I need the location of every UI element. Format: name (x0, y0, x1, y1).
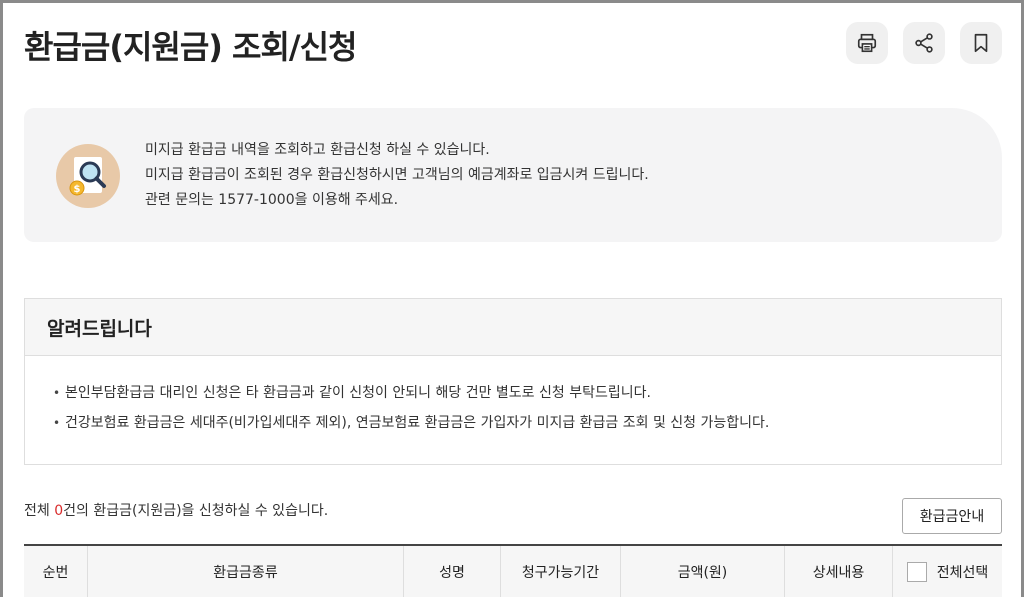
print-button[interactable] (846, 22, 888, 64)
info-text: 미지급 환급금 내역을 조회하고 환급신청 하실 수 있습니다. 미지급 환급금… (145, 138, 649, 213)
select-all-cell[interactable]: 전체선택 (893, 546, 1002, 597)
column-header-amount: 금액(원) (621, 546, 785, 597)
share-icon (915, 33, 933, 53)
share-button[interactable] (903, 22, 945, 64)
notice-list: 본인부담환급금 대리인 신청은 타 환급금과 같이 신청이 안되니 해당 건만 … (25, 356, 1001, 438)
info-line: 미지급 환급금이 조회된 경우 환급신청하시면 고객님의 예금계좌로 입금시켜 … (145, 167, 649, 183)
info-line: 관련 문의는 1577-1000을 이용해 주세요. (145, 192, 399, 208)
column-header-details: 상세내용 (785, 546, 893, 597)
column-header-name: 성명 (404, 546, 501, 597)
select-all-checkbox[interactable] (906, 561, 927, 582)
notice-item: 본인부담환급금 대리인 신청은 타 환급금과 같이 신청이 안되니 해당 건만 … (53, 378, 1001, 408)
refund-table-header: 순번 환급금종류 성명 청구가능기간 금액(원) 상세내용 전체선택 (24, 544, 1002, 597)
summary-count: 0 (54, 503, 64, 519)
refund-guide-button[interactable]: 환급금안내 (902, 498, 1002, 534)
notice-item: 건강보험료 환급금은 세대주(비가입세대주 제외), 연금보험료 환급금은 가입… (53, 408, 1001, 438)
column-header-refund-type: 환급금종류 (88, 546, 404, 597)
column-header-select-all: 전체선택 (936, 564, 989, 581)
info-line: 미지급 환급금 내역을 조회하고 환급신청 하실 수 있습니다. (145, 142, 490, 158)
bookmark-icon (974, 33, 988, 53)
printer-icon (857, 33, 877, 53)
info-box: $ 미지급 환급금 내역을 조회하고 환급신청 하실 수 있습니다. 미지급 환… (24, 108, 1002, 242)
column-header-number: 순번 (24, 546, 88, 597)
page-title: 환급금(지원금) 조회/신청 (24, 28, 357, 66)
summary-suffix: 건의 환급금(지원금)을 신청하실 수 있습니다. (63, 503, 329, 519)
summary-prefix: 전체 (24, 503, 55, 519)
summary-text: 전체 0건의 환급금(지원금)을 신청하실 수 있습니다. (24, 500, 328, 520)
bookmark-button[interactable] (960, 22, 1002, 64)
svg-text:$: $ (74, 184, 81, 195)
notice-panel: 알려드립니다 본인부담환급금 대리인 신청은 타 환급금과 같이 신청이 안되니… (24, 298, 1002, 465)
column-header-claim-period: 청구가능기간 (501, 546, 621, 597)
notice-title: 알려드립니다 (25, 299, 1001, 356)
magnifier-coin-icon: $ (56, 144, 120, 208)
